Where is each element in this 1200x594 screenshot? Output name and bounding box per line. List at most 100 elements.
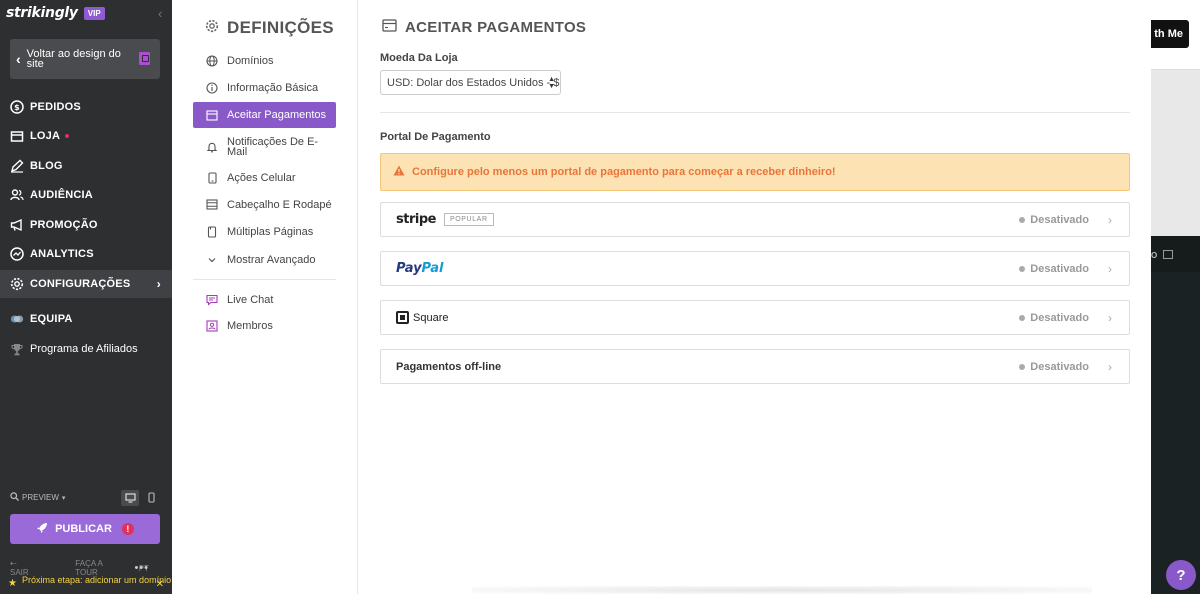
- chat-icon: [205, 294, 219, 306]
- svg-text:$: $: [14, 103, 20, 112]
- gateway-square[interactable]: Square Desativado ›: [380, 300, 1130, 335]
- settings-item-notificacoes[interactable]: Notificações De E-Mail: [193, 136, 336, 158]
- analytics-icon: [10, 247, 24, 261]
- settings-item-membros[interactable]: Membros: [193, 318, 336, 333]
- nav-label: BLOG: [30, 160, 63, 172]
- mobile-icon: [205, 171, 219, 184]
- notification-dot: [65, 134, 70, 138]
- settings-item-mostrar-avancado[interactable]: Mostrar Avançado: [193, 252, 336, 267]
- settings-item-informacao[interactable]: Informação Básica: [193, 80, 336, 95]
- settings-nav: DEFINIÇÕES Domínios Informação Básica Ac…: [172, 0, 358, 594]
- page-title-label: ACEITAR PAGAMENTOS: [405, 19, 587, 36]
- nav-item-analytics[interactable]: ANALYTICS: [0, 240, 172, 268]
- currency-select[interactable]: USD: Dolar dos Estados Unidos - $ ▲ ▼: [380, 70, 561, 95]
- search-icon: [10, 492, 19, 503]
- settings-panel: DEFINIÇÕES Domínios Informação Básica Ac…: [172, 0, 1151, 594]
- settings-item-label: Membros: [227, 319, 273, 332]
- nav-item-promocao[interactable]: PROMOÇÃO: [0, 211, 172, 239]
- back-to-design-button[interactable]: ‹ Voltar ao design do site: [10, 39, 160, 79]
- gateway-offline[interactable]: Pagamentos off-line Desativado ›: [380, 349, 1130, 384]
- settings-item-label: Ações Celular: [227, 171, 296, 184]
- settings-item-label: Live Chat: [227, 293, 274, 306]
- chevron-left-icon: ‹: [16, 51, 21, 67]
- preview-row: PREVIEW ▾: [10, 489, 160, 506]
- nav-item-pedidos[interactable]: $ PEDIDOS: [0, 93, 172, 121]
- nav-item-loja[interactable]: LOJA: [0, 122, 172, 150]
- chevron-right-icon: ›: [1108, 310, 1112, 325]
- settings-item-acoes-celular[interactable]: Ações Celular: [193, 170, 336, 185]
- nav-item-afiliados[interactable]: Programa de Afiliados: [0, 335, 172, 363]
- caret-down-icon: ▾: [61, 494, 66, 502]
- dollar-icon: $: [10, 100, 24, 114]
- gateway-status: Desativado: [1019, 263, 1089, 275]
- card-icon: [205, 109, 219, 121]
- site-preview: th Me O: [1151, 0, 1200, 594]
- image-icon[interactable]: [1163, 250, 1173, 259]
- settings-item-multiplas-paginas[interactable]: Múltiplas Páginas: [193, 224, 336, 239]
- desktop-icon[interactable]: [121, 489, 139, 506]
- stripe-logo: stripe: [396, 212, 436, 227]
- warning-icon: [393, 165, 405, 179]
- paypal-logo: PayPal: [396, 261, 444, 276]
- settings-item-label: Informação Básica: [227, 81, 319, 94]
- chevron-down-icon: [205, 256, 219, 264]
- info-icon: [205, 81, 219, 94]
- logo-row: strikingly VIP: [6, 5, 105, 21]
- offline-label: Pagamentos off-line: [396, 360, 502, 373]
- status-dot: [1019, 363, 1026, 370]
- preview-dropdown[interactable]: PREVIEW: [22, 493, 59, 502]
- close-icon[interactable]: ✕: [156, 580, 164, 590]
- square-logo: Square: [396, 311, 448, 324]
- status-dot: [1019, 265, 1026, 272]
- chevron-right-icon: ›: [1108, 261, 1112, 276]
- gateway-status-label: Desativado: [1030, 213, 1089, 226]
- status-dot: [1019, 216, 1026, 223]
- settings-item-live-chat[interactable]: Live Chat: [193, 292, 336, 307]
- gateway-status-label: Desativado: [1030, 311, 1089, 324]
- settings-item-label: Domínios: [227, 54, 274, 67]
- square-logo-icon: [396, 311, 409, 324]
- preview-cta-button[interactable]: th Me: [1151, 20, 1189, 48]
- nav-item-configuracoes[interactable]: CONFIGURAÇÕES ›: [0, 270, 172, 298]
- settings-title: DEFINIÇÕES: [205, 18, 334, 38]
- header-footer-icon: [205, 199, 219, 210]
- next-step-banner[interactable]: ★ Próxima etapa: adicionar um domínio ✕: [0, 575, 172, 594]
- nav-item-blog[interactable]: BLOG: [0, 152, 172, 180]
- preview-section: [1151, 70, 1200, 236]
- settings-item-aceitar-pagamentos[interactable]: Aceitar Pagamentos: [193, 102, 336, 128]
- gateway-status: Desativado: [1019, 312, 1089, 324]
- nav-label: AUDIÊNCIA: [30, 189, 93, 201]
- settings-item-label: Aceitar Pagamentos: [227, 109, 327, 121]
- publish-warning-icon: !: [121, 523, 134, 535]
- publish-button[interactable]: PUBLICAR !: [10, 514, 160, 544]
- gateway-stripe[interactable]: stripe POPULAR Desativado ›: [380, 202, 1130, 237]
- settings-item-dominios[interactable]: Domínios: [193, 53, 336, 68]
- store-icon: [10, 129, 24, 143]
- preview-header: th Me: [1151, 0, 1200, 70]
- nav-item-audiencia[interactable]: AUDIÊNCIA: [0, 181, 172, 209]
- team-icon: [10, 312, 24, 326]
- gateway-paypal[interactable]: PayPal Desativado ›: [380, 251, 1130, 286]
- collapse-sidebar-icon[interactable]: ‹: [158, 6, 162, 21]
- select-arrows-icon: ▲ ▼: [548, 76, 555, 90]
- more-icon[interactable]: •••: [134, 562, 149, 574]
- nav-label: Programa de Afiliados: [30, 343, 138, 355]
- bell-icon: [205, 141, 219, 153]
- gear-icon: [10, 277, 24, 291]
- section-divider: [380, 112, 1130, 113]
- strikingly-logo[interactable]: strikingly: [6, 5, 78, 21]
- help-button[interactable]: ?: [1166, 560, 1196, 590]
- nav-item-equipa[interactable]: EQUIPA: [0, 305, 172, 333]
- app-sidebar: strikingly VIP ‹ ‹ Voltar ao design do s…: [0, 0, 172, 594]
- globe-icon: [205, 54, 219, 67]
- settings-item-label: Mostrar Avançado: [227, 253, 316, 266]
- pen-icon: [10, 159, 24, 173]
- settings-item-cabecalho[interactable]: Cabeçalho E Rodapé: [193, 197, 336, 212]
- gateway-status-label: Desativado: [1030, 360, 1089, 373]
- settings-item-label: Múltiplas Páginas: [227, 225, 314, 238]
- currency-value: USD: Dolar dos Estados Unidos - $: [387, 76, 560, 89]
- mobile-icon[interactable]: [142, 490, 160, 506]
- gateway-status: Desativado: [1019, 361, 1089, 373]
- next-step-text: Próxima etapa: adicionar um domínio: [22, 575, 172, 585]
- settings-item-label: Notificações De E-Mail: [227, 136, 319, 158]
